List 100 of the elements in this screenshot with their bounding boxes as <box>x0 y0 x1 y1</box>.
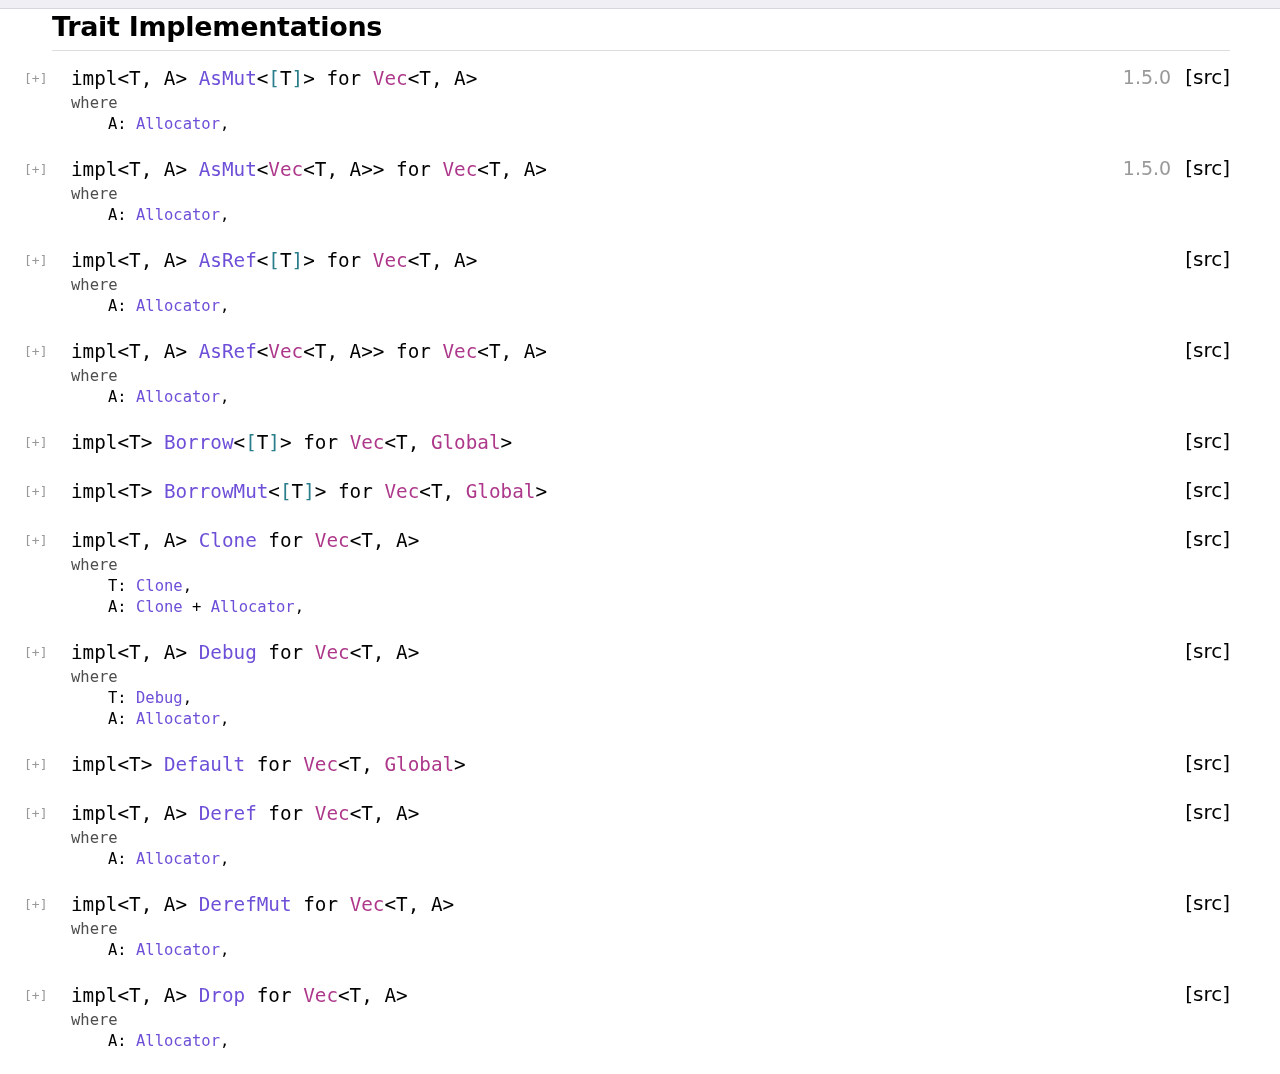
expand-toggle[interactable]: [+] <box>24 65 48 93</box>
type-link[interactable]: Vec <box>268 158 304 181</box>
primitive-link[interactable]: ] <box>291 67 304 90</box>
type-link[interactable]: Vec <box>349 893 385 916</box>
trait-bound: A: Allocator, <box>108 941 230 959</box>
type-link[interactable]: Vec <box>442 340 478 363</box>
primitive-link[interactable]: ] <box>291 249 304 272</box>
trait-link[interactable]: Allocator <box>136 115 220 133</box>
trait-link[interactable]: Allocator <box>136 388 220 406</box>
trait-bound: A: Allocator, <box>108 710 230 728</box>
type-link[interactable]: Vec <box>372 67 408 90</box>
source-link[interactable]: [src] <box>1185 527 1230 551</box>
trait-link[interactable]: Default <box>163 753 246 776</box>
trait-link[interactable]: Allocator <box>210 598 295 616</box>
source-link[interactable]: [src] <box>1185 891 1230 915</box>
impl-signature: impl<T, A> Drop for Vec<T, A> <box>71 983 408 1009</box>
trait-link[interactable]: Clone <box>136 598 183 616</box>
trait-link[interactable]: Clone <box>198 529 257 552</box>
trait-link[interactable]: Allocator <box>136 206 220 224</box>
expand-toggle[interactable]: [+] <box>24 338 48 366</box>
trait-link[interactable]: Allocator <box>136 850 220 868</box>
impl-signature: impl<T> BorrowMut<[T]> for Vec<T, Global> <box>71 479 547 505</box>
where-keyword: where <box>71 668 118 686</box>
type-link[interactable]: Vec <box>268 340 304 363</box>
trait-link[interactable]: Drop <box>198 984 246 1007</box>
trait-bound: T: Debug, <box>108 689 192 707</box>
primitive-link[interactable]: ] <box>303 480 315 503</box>
expand-toggle[interactable]: [+] <box>24 891 48 919</box>
source-link[interactable]: [src] <box>1185 800 1230 824</box>
impl-signature: impl<T> Default for Vec<T, Global> <box>71 752 466 778</box>
trait-bound: A: Allocator, <box>108 115 230 133</box>
impl-signature: impl<T, A> AsRef<Vec<T, A>> for Vec<T, A> <box>71 339 547 365</box>
expand-toggle[interactable]: [+] <box>24 639 48 667</box>
source-link[interactable]: [src] <box>1185 639 1230 663</box>
source-link[interactable]: [src] <box>1185 65 1230 89</box>
primitive-link[interactable]: [ <box>279 480 292 503</box>
type-link[interactable]: Vec <box>442 158 478 181</box>
expand-toggle[interactable]: [+] <box>24 800 48 828</box>
trait-bound: A: Allocator, <box>108 206 230 224</box>
type-link[interactable]: Global <box>384 753 455 776</box>
type-link[interactable]: Vec <box>314 529 350 552</box>
type-link[interactable]: Vec <box>303 984 338 1007</box>
trait-link[interactable]: Borrow <box>163 431 234 454</box>
trait-link[interactable]: Debug <box>198 641 257 664</box>
type-link[interactable]: Global <box>430 431 501 454</box>
primitive-link[interactable]: ] <box>268 431 280 454</box>
where-keyword: where <box>71 1011 118 1029</box>
primitive-link[interactable]: [ <box>268 67 280 90</box>
where-keyword: where <box>71 556 118 574</box>
expand-toggle[interactable]: [+] <box>24 982 48 1010</box>
type-link[interactable]: Vec <box>372 249 408 272</box>
trait-link[interactable]: AsMut <box>198 158 257 181</box>
type-link[interactable]: Vec <box>314 802 350 825</box>
trait-bound: A: Allocator, <box>108 297 230 315</box>
type-link[interactable]: Vec <box>384 480 420 503</box>
source-link[interactable]: [src] <box>1185 247 1230 271</box>
trait-link[interactable]: BorrowMut <box>163 480 269 503</box>
type-link[interactable]: Vec <box>303 753 338 776</box>
trait-link[interactable]: Debug <box>136 689 183 707</box>
trait-link[interactable]: AsMut <box>198 67 257 90</box>
expand-toggle[interactable]: [+] <box>24 478 48 506</box>
trait-link[interactable]: Allocator <box>136 297 220 315</box>
where-keyword: where <box>71 185 118 203</box>
expand-toggle[interactable]: [+] <box>24 429 48 457</box>
expand-toggle[interactable]: [+] <box>24 527 48 555</box>
impl-signature: impl<T, A> AsMut<Vec<T, A>> for Vec<T, A> <box>71 157 547 183</box>
source-link[interactable]: [src] <box>1185 751 1230 775</box>
type-link[interactable]: Global <box>465 480 536 503</box>
trait-bound: A: Allocator, <box>108 388 230 406</box>
trait-link[interactable]: AsRef <box>198 249 257 272</box>
trait-link[interactable]: Allocator <box>136 710 220 728</box>
since-version: 1.5.0 <box>1122 66 1172 88</box>
where-keyword: where <box>71 920 118 938</box>
type-link[interactable]: Vec <box>314 641 350 664</box>
impl-signature: impl<T, A> Debug for Vec<T, A> <box>71 640 420 666</box>
trait-link[interactable]: Deref <box>198 802 257 825</box>
primitive-link[interactable]: [ <box>245 431 257 454</box>
trait-link[interactable]: AsRef <box>198 340 257 363</box>
source-link[interactable]: [src] <box>1185 478 1230 502</box>
trait-link[interactable]: Allocator <box>136 1032 220 1050</box>
expand-toggle[interactable]: [+] <box>24 247 48 275</box>
type-link[interactable]: Vec <box>349 431 385 454</box>
section-heading: Trait Implementations <box>52 11 1230 51</box>
source-link[interactable]: [src] <box>1185 429 1230 453</box>
impl-signature: impl<T, A> Clone for Vec<T, A> <box>71 528 420 554</box>
primitive-link[interactable]: [ <box>268 249 280 272</box>
source-link[interactable]: [src] <box>1185 156 1230 180</box>
trait-bound: A: Allocator, <box>108 1032 230 1050</box>
expand-toggle[interactable]: [+] <box>24 751 48 779</box>
since-version: 1.5.0 <box>1122 157 1172 179</box>
trait-link[interactable]: DerefMut <box>198 893 292 916</box>
trait-link[interactable]: Allocator <box>136 941 220 959</box>
impl-signature: impl<T, A> Deref for Vec<T, A> <box>71 801 420 827</box>
source-link[interactable]: [src] <box>1185 338 1230 362</box>
trait-bound: T: Clone, <box>108 577 192 595</box>
impl-signature: impl<T> Borrow<[T]> for Vec<T, Global> <box>71 430 513 456</box>
where-keyword: where <box>71 276 118 294</box>
source-link[interactable]: [src] <box>1185 982 1230 1006</box>
expand-toggle[interactable]: [+] <box>24 156 48 184</box>
trait-link[interactable]: Clone <box>136 577 183 595</box>
